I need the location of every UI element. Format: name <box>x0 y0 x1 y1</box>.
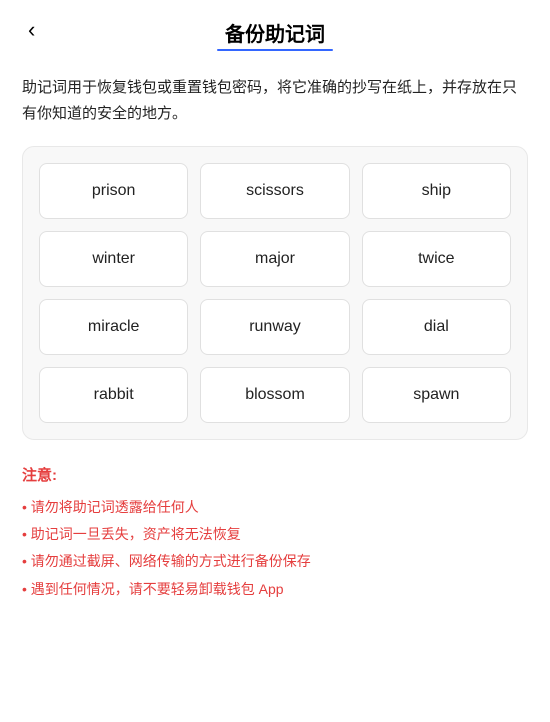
mnemonic-word-6: twice <box>362 231 511 287</box>
notice-list: 请勿将助记词透露给任何人助记词一旦丢失，资产将无法恢复请勿通过截屏、网络传输的方… <box>22 495 528 602</box>
mnemonic-word-3: ship <box>362 163 511 219</box>
mnemonic-word-12: spawn <box>362 367 511 423</box>
mnemonic-word-1: prison <box>39 163 188 219</box>
header: ‹ 备份助记词 <box>0 0 550 59</box>
notice-title: 注意: <box>22 464 528 485</box>
mnemonic-word-7: miracle <box>39 299 188 355</box>
mnemonic-word-8: runway <box>200 299 349 355</box>
mnemonic-grid-container: prisonscissorsship wintermajortwice miracl… <box>22 146 528 440</box>
mnemonic-grid: prisonscissorsship wintermajortwice miracl… <box>39 163 511 423</box>
mnemonic-word-4: winter <box>39 231 188 287</box>
mnemonic-word-5: major <box>200 231 349 287</box>
mnemonic-word-2: scissors <box>200 163 349 219</box>
mnemonic-word-10: rabbit <box>39 367 188 423</box>
back-button[interactable]: ‹ <box>20 13 43 47</box>
description-text: 助记词用于恢复钱包或重置钱包密码，将它准确的抄写在纸上，并存放在只有你知道的安全… <box>0 59 550 146</box>
notice-section: 注意: 请勿将助记词透露给任何人助记词一旦丢失，资产将无法恢复请勿通过截屏、网络… <box>0 440 550 624</box>
mnemonic-word-11: blossom <box>200 367 349 423</box>
notice-item-1: 请勿将助记词透露给任何人 <box>22 495 528 520</box>
notice-item-3: 请勿通过截屏、网络传输的方式进行备份保存 <box>22 549 528 574</box>
page-title: 备份助记词 <box>225 18 325 47</box>
mnemonic-word-9: dial <box>362 299 511 355</box>
notice-item-2: 助记词一旦丢失，资产将无法恢复 <box>22 522 528 547</box>
notice-item-4: 遇到任何情况，请不要轻易卸载钱包 App <box>22 577 528 602</box>
